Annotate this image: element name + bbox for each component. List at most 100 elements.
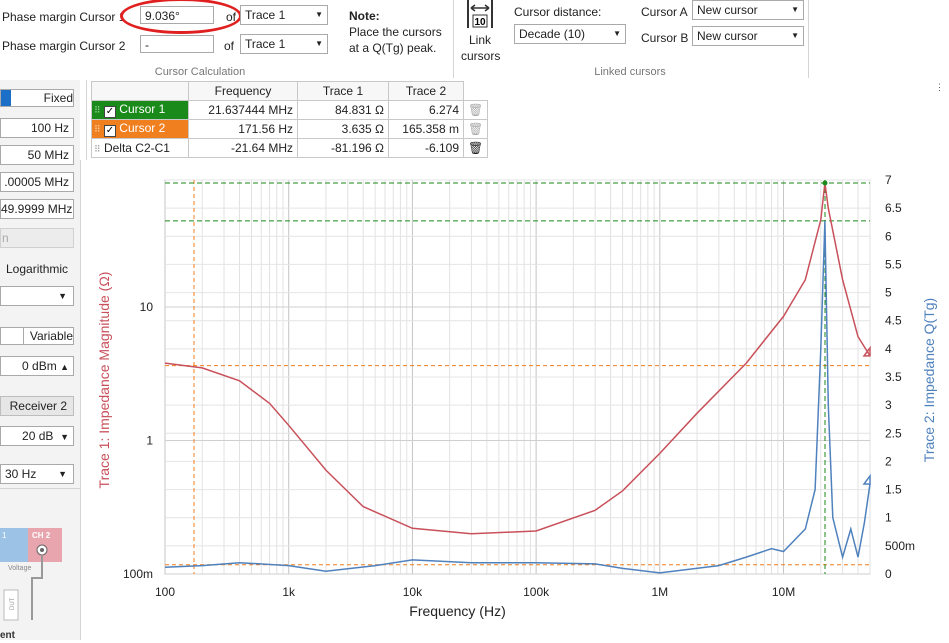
table-header-trace2: Trace 2: [388, 81, 464, 101]
bandwidth-select[interactable]: 30 Hz ▼: [0, 464, 74, 484]
y-left-tick-label: 10: [140, 300, 154, 314]
phase-margin-2-label: Phase margin Cursor 2: [2, 39, 126, 53]
y-right-tick-label: 6.5: [885, 201, 902, 215]
disabled-button: n: [0, 228, 74, 248]
level-mode-toggle[interactable]: Variable: [0, 327, 74, 345]
cursor-2-trace2: 165.358 m: [388, 119, 464, 139]
cursor-2-frequency: 171.56 Hz: [188, 119, 298, 139]
receiver-2-button[interactable]: Receiver 2: [0, 396, 74, 416]
cursor-b-label: Cursor B: [641, 31, 689, 45]
group-separator: [808, 0, 809, 78]
ch1-label: 1: [2, 531, 7, 540]
cursor-1-name: Cursor 1: [119, 102, 166, 116]
trace-select-2[interactable]: Trace 1 ▼: [240, 34, 328, 54]
chevron-down-icon: ▼: [315, 10, 323, 19]
y-left-axis-title: Trace 1: Impedance Magnitude (Ω): [96, 272, 112, 489]
span-frequency-field[interactable]: 49.9999 MHz: [0, 199, 74, 219]
y-right-tick-label: 1: [885, 511, 892, 525]
ch2-label: CH 2: [32, 531, 51, 540]
cursor-a-select[interactable]: New cursor ▼: [692, 0, 804, 20]
y-right-tick-label: 2: [885, 454, 892, 468]
y-left-tick-label: 1: [146, 434, 153, 448]
plot-area[interactable]: 100 1k 10k 100k 1M 10M 100m 1 10 0 500m 1 1.5 2 2.5 3 3.…: [90, 160, 949, 640]
bandwidth-value: 30 Hz: [5, 467, 37, 481]
cursor-1-marker[interactable]: [822, 180, 828, 186]
chevron-down-icon: ▼: [613, 29, 621, 38]
attenuation-value: 20 dB: [22, 429, 54, 443]
trash-icon[interactable]: 🗑: [462, 138, 489, 158]
stop-frequency-field[interactable]: 50 MHz: [0, 145, 74, 165]
drag-handle-icon[interactable]: ⠿: [94, 144, 101, 154]
y-right-tick-label: 4: [885, 342, 892, 356]
table-header-trace1: Trace 1: [297, 81, 389, 101]
delta-frequency: -21.64 MHz: [188, 138, 298, 158]
y-left-tick-label: 100m: [123, 567, 153, 581]
highlight-ellipse: [120, 0, 242, 34]
spinner-icon[interactable]: ▲: [60, 362, 69, 372]
trace-select-1[interactable]: Trace 1 ▼: [240, 5, 328, 25]
toggle-divider: [23, 328, 24, 344]
phase-margin-2-field[interactable]: -: [140, 35, 214, 53]
impedance-chart[interactable]: 100 1k 10k 100k 1M 10M100m1100500m11.522.533.…: [90, 160, 949, 640]
note-line-1: Place the cursors: [349, 25, 442, 39]
chevron-down-icon: ▼: [60, 432, 69, 442]
toggle-left-segment: [1, 90, 11, 106]
drag-handle-icon[interactable]: ⠿: [94, 124, 101, 134]
chevron-down-icon: ▼: [58, 291, 67, 301]
delta-name: Delta C2-C1: [103, 141, 170, 155]
chevron-down-icon: ▼: [791, 31, 799, 40]
cursor-distance-select[interactable]: Decade (10) ▼: [514, 24, 626, 44]
cursor-2-name-cell[interactable]: ⠿ ✓ Cursor 2: [91, 119, 189, 139]
cursor-1-name-cell[interactable]: ⠿ ✓ Cursor 1: [91, 100, 189, 120]
y-right-tick-label: 7: [885, 173, 892, 187]
x-tick-label: 10M: [772, 585, 795, 599]
delta-trace2: -6.109: [388, 138, 464, 158]
x-tick-label: 1k: [282, 585, 296, 599]
y-right-tick-label: 4.5: [885, 314, 902, 328]
table-row[interactable]: ⠿ Delta C2-C1 -21.64 MHz -81.196 Ω -6.10…: [91, 138, 489, 158]
y-right-axis-title: Trace 2: Impedance Q(Tg): [921, 298, 937, 462]
table-header-empty: [462, 81, 489, 101]
start-frequency-field[interactable]: 100 Hz: [0, 118, 74, 138]
sweep-type-select[interactable]: ▼: [0, 286, 74, 306]
cursor-table: Frequency Trace 1 Trace 2 ⠿ ✓ Cursor 1 2…: [91, 81, 489, 158]
link-cursors-button[interactable]: 10 Link cursors: [461, 0, 501, 64]
note-line-2: at a Q(Tg) peak.: [349, 41, 437, 55]
drag-handle-icon[interactable]: ⠿: [94, 105, 101, 115]
table-row[interactable]: ⠿ ✓ Cursor 2 171.56 Hz 3.635 Ω 165.358 m…: [91, 119, 489, 139]
panel-bottom-label: ent: [0, 630, 16, 640]
link-cursors-label-2: cursors: [461, 49, 501, 63]
cursor-2-trace1: 3.635 Ω: [297, 119, 389, 139]
splitter[interactable]: [86, 80, 87, 160]
cursor-b-select[interactable]: New cursor ▼: [692, 26, 804, 46]
x-tick-label: 1M: [651, 585, 668, 599]
checkbox-checked-icon[interactable]: ✓: [103, 125, 116, 137]
y-right-tick-label: 3.5: [885, 370, 902, 384]
delta-trace1: -81.196 Ω: [297, 138, 389, 158]
y-right-tick-label: 5.5: [885, 257, 902, 271]
trash-icon[interactable]: 🗑: [462, 100, 489, 120]
sweep-type-label: Logarithmic: [6, 262, 69, 276]
panel-divider: [0, 488, 80, 489]
phase-margin-1-label: Phase margin Cursor 1: [2, 10, 126, 24]
cursor-1-trace2: 6.274: [388, 100, 464, 120]
attenuation-select[interactable]: 20 dB ▼: [0, 426, 74, 446]
table-row[interactable]: ⠿ ✓ Cursor 1 21.637444 MHz 84.831 Ω 6.27…: [91, 100, 489, 120]
sweep-mode-toggle[interactable]: Fixed: [0, 89, 74, 107]
y-right-tick-label: 6: [885, 229, 892, 243]
trash-icon[interactable]: 🗑: [462, 119, 489, 139]
cursor-table-area: ⋮ Frequency Trace 1 Trace 2 ⠿ ✓ Cursor 1…: [80, 80, 949, 160]
center-frequency-field[interactable]: .00005 MHz: [0, 172, 74, 192]
x-tick-label: 100k: [523, 585, 550, 599]
table-header-frequency: Frequency: [188, 81, 298, 101]
more-icon[interactable]: ⋮: [935, 82, 944, 93]
cursor-1-trace1: 84.831 Ω: [297, 100, 389, 120]
ribbon: Phase margin Cursor 1 9.036° of Trace 1 ▼…: [0, 0, 949, 81]
of-label-2: of: [224, 39, 235, 53]
delta-name-cell[interactable]: ⠿ Delta C2-C1: [91, 138, 189, 158]
cursor-a-label: Cursor A: [641, 5, 688, 19]
level-field[interactable]: 0 dBm ▲: [0, 356, 74, 376]
group-separator: [453, 0, 454, 78]
y-right-tick-label: 5: [885, 286, 892, 300]
checkbox-checked-icon[interactable]: ✓: [103, 106, 116, 118]
